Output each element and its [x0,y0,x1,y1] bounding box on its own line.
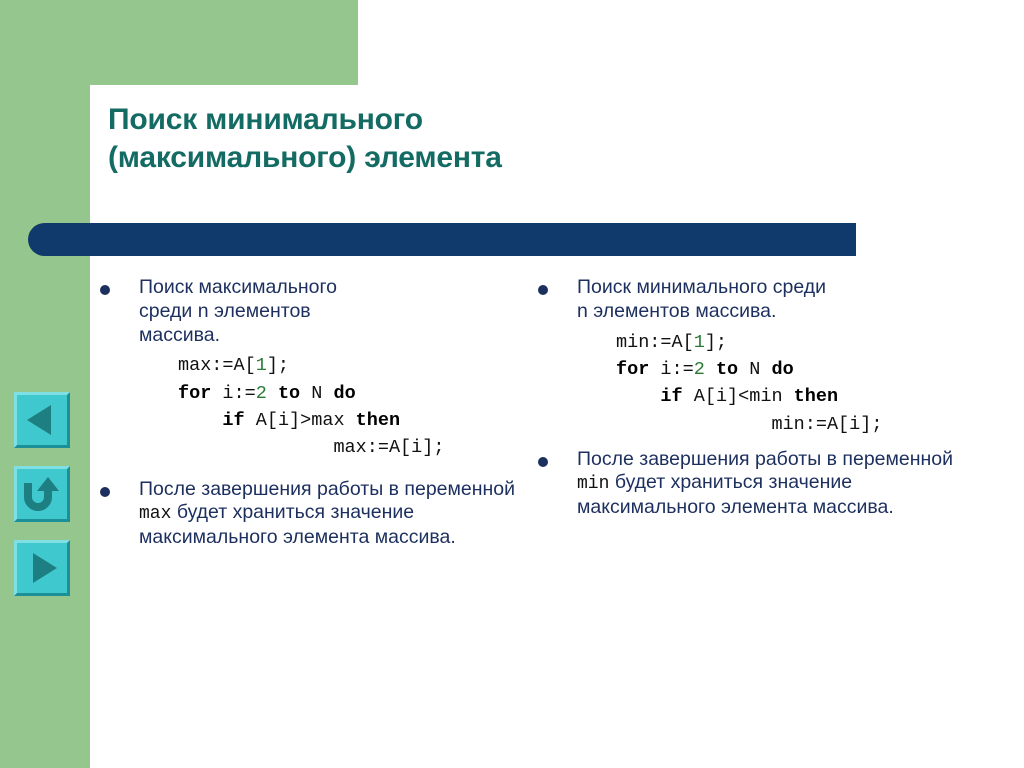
code-text: min:=A[i]; [771,413,883,435]
bullet-text-segment: будет храниться значение максимального э… [139,501,456,548]
code-keyword: do [333,382,356,404]
code-keyword: then [355,410,401,432]
bullet-dot-icon [538,457,548,468]
list-item: Поиск минимального среди n элементов масс… [538,276,968,438]
code-text: max:=A[i]; [333,437,445,459]
inline-code-token: min [577,474,610,495]
bullet-text-segment: будет храниться значение максимального э… [577,471,894,519]
bullet-text-min-result: После завершения работы в переменной min… [577,448,968,519]
code-number: 1 [255,355,267,377]
code-text: A[i]<min [682,386,794,408]
code-keyword: for [178,382,212,404]
code-text: i:= [649,358,694,380]
bullet-text-segment: После завершения работы в переменной [577,448,954,471]
code-text: ]; [704,331,728,353]
bullet-dot-icon [100,486,110,497]
bullet-text-max-result: После завершения работы в переменной max… [139,478,520,549]
bullet-text-line: Поиск максимального [139,276,338,298]
code-keyword: if [222,410,245,432]
bullet-prose: Поиск минимального среди n элементов масс… [577,276,968,324]
list-item: После завершения работы в переменной max… [100,478,520,549]
bullet-text-line: массива. [139,323,221,346]
next-slide-button[interactable] [14,540,70,596]
previous-slide-button[interactable] [14,392,70,448]
code-line: min:=A[1]; [616,329,968,356]
code-text: min:=A[ [616,331,694,353]
page-title-line-2: (максимального) элемента [108,141,502,175]
code-number: 2 [255,382,267,404]
code-line: for i:=2 to N do [178,380,520,407]
return-button[interactable] [14,466,70,522]
bullet-dot-icon [538,285,548,295]
slide-navigation-buttons [14,392,76,614]
code-line: if A[i]<min then [616,383,968,410]
code-keyword: do [771,358,794,380]
code-number: 1 [693,331,705,353]
page-title: Поиск минимального (максимального) элеме… [108,101,748,178]
code-line: for i:=2 to N do [616,356,968,383]
decor-navy-divider-bar [28,223,856,256]
page-title-line-1: Поиск минимального [108,103,423,136]
bullet-text-line: среди n элементов [139,299,311,322]
list-item: Поиск максимального среди n элементов масс… [100,276,520,462]
code-number: 2 [693,358,705,380]
code-text: max:=A[ [178,355,256,377]
bullet-text-segment: После завершения работы в переменной [139,477,516,500]
code-line: max:=A[i]; [178,434,520,461]
content-column-left: Поиск максимального среди n элементов масс… [100,276,520,549]
code-keyword: then [793,386,839,408]
code-line: if A[i]>max then [178,407,520,434]
code-text: ]; [266,355,290,377]
code-line: max:=A[1]; [178,352,520,379]
bullet-text-line: n элементов массива. [577,299,777,322]
code-text: N [300,382,334,404]
code-text: A[i]>max [244,410,356,432]
code-line: min:=A[i]; [616,411,968,438]
code-block-min: min:=A[1]; for i:=2 to N do if A[i]<min t… [616,329,968,439]
inline-code-token: max [139,504,172,525]
code-keyword: if [660,386,683,408]
content-column-right: Поиск минимального среди n элементов масс… [538,276,968,519]
code-keyword: to [715,358,739,380]
bullet-dot-icon [100,285,110,295]
code-keyword: for [616,358,650,380]
code-text: i:= [211,382,256,404]
decor-green-sidebar-strip [0,0,90,768]
bullet-text-min-intro: Поиск минимального среди n элементов масс… [577,276,968,438]
code-block-max: max:=A[1]; for i:=2 to N do if A[i]>max t… [178,352,520,462]
list-item: После завершения работы в переменной min… [538,448,968,519]
code-text: N [738,358,772,380]
bullet-prose: Поиск максимального среди n элементов масс… [139,276,520,347]
code-keyword: to [277,382,301,404]
bullet-text-max-intro: Поиск максимального среди n элементов масс… [139,276,520,462]
bullet-text-line: Поиск минимального среди [577,276,827,298]
